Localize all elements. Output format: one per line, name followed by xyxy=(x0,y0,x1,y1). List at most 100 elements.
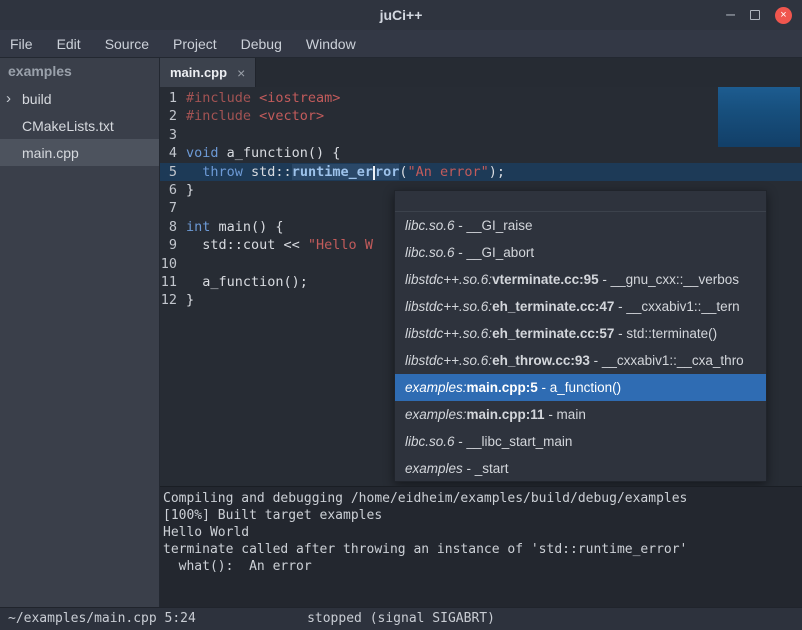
code-segment: a_function() { xyxy=(219,145,341,161)
minimap-panel xyxy=(718,87,800,147)
window-title: juCi++ xyxy=(380,7,423,23)
stack-frame-row[interactable]: libstdc++.so.6:vterminate.cc:95 - __gnu_… xyxy=(395,266,766,293)
code-segment xyxy=(186,164,202,180)
stack-frame-row[interactable]: examples - _start xyxy=(395,455,766,482)
code-segment: "Hello W xyxy=(308,237,373,253)
menu-item-edit[interactable]: Edit xyxy=(57,36,81,52)
code-segment: int xyxy=(186,219,210,235)
frame-function: - _start xyxy=(463,461,509,476)
code-line-2[interactable]: 2#include <vector> xyxy=(160,107,802,125)
frame-function: - __GI_abort xyxy=(455,245,535,260)
code-segment: a_function(); xyxy=(186,274,308,290)
code-segment: <iostream> xyxy=(259,90,340,106)
tree-item-main-cpp[interactable]: main.cpp xyxy=(0,139,159,166)
frame-location: main.cpp:11 xyxy=(467,407,545,422)
file-tree-sidebar: examples ›build CMakeLists.txt main.cpp xyxy=(0,58,160,607)
frame-location: eh_terminate.cc:57 xyxy=(492,326,614,341)
frame-function: - __cxxabiv1::__cxa_thro xyxy=(590,353,744,368)
tree-item-label: CMakeLists.txt xyxy=(22,118,114,134)
code-segment: runtime_er xyxy=(292,164,373,180)
frame-module: libstdc++.so.6: xyxy=(405,353,492,368)
frame-function: - __gnu_cxx::__verbos xyxy=(599,272,739,287)
frame-location: vterminate.cc:95 xyxy=(492,272,599,287)
line-number: 12 xyxy=(160,291,186,309)
stack-frame-list: libc.so.6 - __GI_raiselibc.so.6 - __GI_a… xyxy=(395,212,766,482)
frame-function: - __libc_start_main xyxy=(455,434,573,449)
code-line-4[interactable]: 4void a_function() { xyxy=(160,144,802,162)
line-number: 11 xyxy=(160,273,186,291)
code-segment: ( xyxy=(399,164,407,180)
terminal-line: Hello World xyxy=(163,524,799,541)
frame-module: libc.so.6 xyxy=(405,245,455,260)
code-text: throw std::runtime_error("An error"); xyxy=(186,163,505,181)
frame-function: - std::terminate() xyxy=(614,326,717,341)
menu-item-window[interactable]: Window xyxy=(306,36,356,52)
line-number: 7 xyxy=(160,199,186,217)
minimize-icon[interactable]: – xyxy=(726,7,735,23)
menu-item-debug[interactable]: Debug xyxy=(241,36,282,52)
code-segment: throw xyxy=(202,164,243,180)
frame-location: eh_terminate.cc:47 xyxy=(492,299,614,314)
tab-main-cpp[interactable]: main.cpp × xyxy=(160,58,256,87)
tree-item-cmakelists-txt[interactable]: CMakeLists.txt xyxy=(0,112,159,139)
code-editor[interactable]: 1#include <iostream>2#include <vector>34… xyxy=(160,87,802,486)
frame-function: - main xyxy=(545,407,586,422)
frame-module: libstdc++.so.6: xyxy=(405,272,492,287)
menu-bar: File Edit Source Project Debug Window xyxy=(0,30,802,58)
code-text: std::cout << "Hello W xyxy=(186,236,373,254)
code-line-1[interactable]: 1#include <iostream> xyxy=(160,89,802,107)
tab-close-icon[interactable]: × xyxy=(237,65,245,81)
stack-trace-popup: libc.so.6 - __GI_raiselibc.so.6 - __GI_a… xyxy=(394,190,767,482)
menu-item-project[interactable]: Project xyxy=(173,36,217,52)
editor-column: main.cpp × 1#include <iostream>2#include… xyxy=(160,58,802,607)
status-debug-state: stopped (signal SIGABRT) xyxy=(0,608,802,630)
tree-item-build[interactable]: ›build xyxy=(0,85,159,112)
frame-location: eh_throw.cc:93 xyxy=(492,353,590,368)
line-number: 6 xyxy=(160,181,186,199)
frame-function: - __GI_raise xyxy=(455,218,533,233)
line-number: 9 xyxy=(160,236,186,254)
stack-frame-row[interactable]: libc.so.6 - __GI_abort xyxy=(395,239,766,266)
stack-frame-row[interactable]: libstdc++.so.6:eh_terminate.cc:47 - __cx… xyxy=(395,293,766,320)
maximize-icon[interactable] xyxy=(750,10,760,20)
stack-frame-row[interactable]: examples:main.cpp:5 - a_function() xyxy=(395,374,766,401)
code-line-3[interactable]: 3 xyxy=(160,126,802,144)
close-icon[interactable]: × xyxy=(775,7,792,24)
code-segment: "An error" xyxy=(408,164,489,180)
stack-frame-row[interactable]: libc.so.6 - __libc_start_main xyxy=(395,428,766,455)
code-segment: std::cout << xyxy=(186,237,308,253)
code-text: void a_function() { xyxy=(186,144,340,162)
menu-item-file[interactable]: File xyxy=(10,36,33,52)
code-segment: void xyxy=(186,145,219,161)
terminal-panel[interactable]: Compiling and debugging /home/eidheim/ex… xyxy=(160,486,802,607)
main-area: examples ›build CMakeLists.txt main.cpp ma… xyxy=(0,58,802,607)
stack-frame-row[interactable]: libstdc++.so.6:eh_throw.cc:93 - __cxxabi… xyxy=(395,347,766,374)
frame-module: examples: xyxy=(405,380,467,395)
line-number: 8 xyxy=(160,218,186,236)
frame-function: - a_function() xyxy=(538,380,621,395)
code-text: #include <vector> xyxy=(186,107,324,125)
project-name: examples xyxy=(0,58,159,85)
frame-module: libstdc++.so.6: xyxy=(405,299,492,314)
terminal-line: what(): An error xyxy=(163,558,799,575)
code-segment: #include xyxy=(186,108,259,124)
stack-frame-row[interactable]: libstdc++.so.6:eh_terminate.cc:57 - std:… xyxy=(395,320,766,347)
tree-item-label: main.cpp xyxy=(22,145,79,161)
frame-module: libc.so.6 xyxy=(405,218,455,233)
line-number: 10 xyxy=(160,255,186,273)
expander-icon: › xyxy=(6,91,22,106)
menu-item-source[interactable]: Source xyxy=(105,36,149,52)
frame-module: examples xyxy=(405,461,463,476)
frame-location: main.cpp:5 xyxy=(467,380,538,395)
line-number: 2 xyxy=(160,107,186,125)
code-segment: } xyxy=(186,292,194,308)
stack-frame-row[interactable]: libc.so.6 - __GI_raise xyxy=(395,212,766,239)
popup-header-row xyxy=(395,191,766,212)
code-line-5[interactable]: 5 throw std::runtime_error("An error"); xyxy=(160,163,802,181)
code-text: #include <iostream> xyxy=(186,89,340,107)
line-number: 4 xyxy=(160,144,186,162)
code-text: a_function(); xyxy=(186,273,308,291)
stack-frame-row[interactable]: examples:main.cpp:11 - main xyxy=(395,401,766,428)
file-tree: ›build CMakeLists.txt main.cpp xyxy=(0,85,159,166)
title-bar: juCi++ – × xyxy=(0,0,802,30)
